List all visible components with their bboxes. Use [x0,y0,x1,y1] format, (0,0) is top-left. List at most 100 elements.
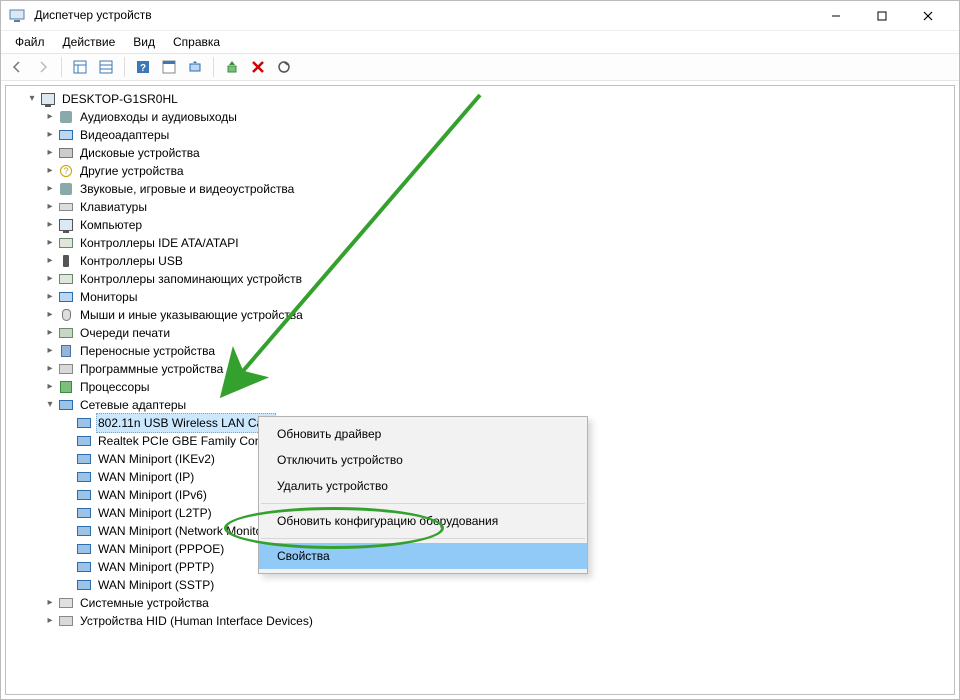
tb-tree-icon[interactable] [68,55,92,79]
category-computer[interactable]: ▸Компьютер [44,216,952,234]
toolbar: ? [1,53,959,81]
network-adapter-icon [58,397,74,413]
category-printqueue[interactable]: ▸Очереди печати [44,324,952,342]
network-adapter-icon [76,523,92,539]
chevron-right-icon[interactable]: ▸ [44,198,56,216]
tb-scan-icon[interactable] [183,55,207,79]
display-adapter-icon [58,127,74,143]
device-wan-sstp[interactable]: ▸WAN Miniport (SSTP) [62,576,952,594]
network-adapter-icon [76,505,92,521]
app-icon [9,8,25,24]
toolbar-separator [61,57,62,77]
category-audio[interactable]: ▸Аудиовходы и аудиовыходы [44,108,952,126]
chevron-down-icon[interactable]: ▾ [26,90,38,108]
tb-props-icon[interactable] [157,55,181,79]
category-ide[interactable]: ▸Контроллеры IDE ATA/ATAPI [44,234,952,252]
chevron-down-icon[interactable]: ▾ [44,396,56,414]
category-system[interactable]: ▸Системные устройства [44,594,952,612]
device-manager-window: Диспетчер устройств Файл Действие Вид Сп… [0,0,960,700]
chevron-right-icon[interactable]: ▸ [44,216,56,234]
menubar: Файл Действие Вид Справка [1,31,959,53]
monitor-icon [58,289,74,305]
category-network[interactable]: ▾Сетевые адаптеры [44,396,952,414]
category-storage[interactable]: ▸Контроллеры запоминающих устройств [44,270,952,288]
network-adapter-icon [76,469,92,485]
hid-icon [58,613,74,629]
computer-icon [58,217,74,233]
chevron-right-icon[interactable]: ▸ [44,108,56,126]
window-title: Диспетчер устройств [34,8,151,22]
back-button[interactable] [5,55,29,79]
disk-icon [58,145,74,161]
minimize-button[interactable] [813,1,859,31]
close-button[interactable] [905,1,951,31]
chevron-right-icon[interactable]: ▸ [44,180,56,198]
category-monitor[interactable]: ▸Мониторы [44,288,952,306]
chevron-right-icon[interactable]: ▸ [44,126,56,144]
category-sound[interactable]: ▸Звуковые, игровые и видеоустройства [44,180,952,198]
root-node[interactable]: ▾ DESKTOP-G1SR0HL [26,90,952,108]
sound-icon [58,181,74,197]
tb-disable-icon[interactable] [272,55,296,79]
category-keyboard[interactable]: ▸Клавиатуры [44,198,952,216]
category-cpu[interactable]: ▸Процессоры [44,378,952,396]
svg-text:?: ? [140,63,146,74]
chevron-right-icon[interactable]: ▸ [44,162,56,180]
ctx-disable-device[interactable]: Отключить устройство [259,447,587,473]
menu-view[interactable]: Вид [125,33,163,51]
unknown-device-icon: ? [58,163,74,179]
chevron-right-icon[interactable]: ▸ [44,288,56,306]
tb-uninstall-icon[interactable] [246,55,270,79]
portable-device-icon [58,343,74,359]
network-adapter-icon [76,433,92,449]
mouse-icon [58,307,74,323]
chevron-right-icon[interactable]: ▸ [44,342,56,360]
tb-update-driver-icon[interactable] [220,55,244,79]
chevron-right-icon[interactable]: ▸ [44,378,56,396]
tb-help-icon[interactable]: ? [131,55,155,79]
tb-list-icon[interactable] [94,55,118,79]
menu-file[interactable]: Файл [7,33,53,51]
toolbar-separator [124,57,125,77]
chevron-right-icon[interactable]: ▸ [44,360,56,378]
menu-help[interactable]: Справка [165,33,228,51]
chevron-right-icon[interactable]: ▸ [44,252,56,270]
ctx-scan-hardware[interactable]: Обновить конфигурацию оборудования [259,508,587,534]
category-software[interactable]: ▸Программные устройства [44,360,952,378]
ide-controller-icon [58,235,74,251]
keyboard-icon [58,199,74,215]
computer-icon [40,91,56,107]
ctx-update-driver[interactable]: Обновить драйвер [259,421,587,447]
network-adapter-icon [76,577,92,593]
ctx-uninstall-device[interactable]: Удалить устройство [259,473,587,499]
chevron-right-icon[interactable]: ▸ [44,270,56,288]
chevron-right-icon[interactable]: ▸ [44,324,56,342]
category-mouse[interactable]: ▸Мыши и иные указывающие устройства [44,306,952,324]
chevron-right-icon[interactable]: ▸ [44,144,56,162]
chevron-right-icon[interactable]: ▸ [44,612,56,630]
ctx-separator [261,538,585,539]
network-adapter-icon [76,487,92,503]
category-disk[interactable]: ▸Дисковые устройства [44,144,952,162]
device-tree-panel[interactable]: ▾ DESKTOP-G1SR0HL ▸Аудиовходы и аудиовых… [5,85,955,695]
usb-icon [58,253,74,269]
storage-controller-icon [58,271,74,287]
maximize-button[interactable] [859,1,905,31]
chevron-right-icon[interactable]: ▸ [44,594,56,612]
forward-button[interactable] [31,55,55,79]
category-usb[interactable]: ▸Контроллеры USB [44,252,952,270]
titlebar: Диспетчер устройств [1,1,959,31]
root-label: DESKTOP-G1SR0HL [60,90,180,108]
network-adapter-icon [76,451,92,467]
chevron-right-icon[interactable]: ▸ [44,234,56,252]
chevron-right-icon[interactable]: ▸ [44,306,56,324]
category-hid[interactable]: ▸Устройства HID (Human Interface Devices… [44,612,952,630]
category-portable[interactable]: ▸Переносные устройства [44,342,952,360]
cpu-icon [58,379,74,395]
selected-device-label: 802.11n USB Wireless LAN Card [96,413,276,433]
category-other[interactable]: ▸?Другие устройства [44,162,952,180]
context-menu: Обновить драйвер Отключить устройство Уд… [258,416,588,574]
category-video[interactable]: ▸Видеоадаптеры [44,126,952,144]
ctx-properties[interactable]: Свойства [259,543,587,569]
menu-action[interactable]: Действие [55,33,124,51]
